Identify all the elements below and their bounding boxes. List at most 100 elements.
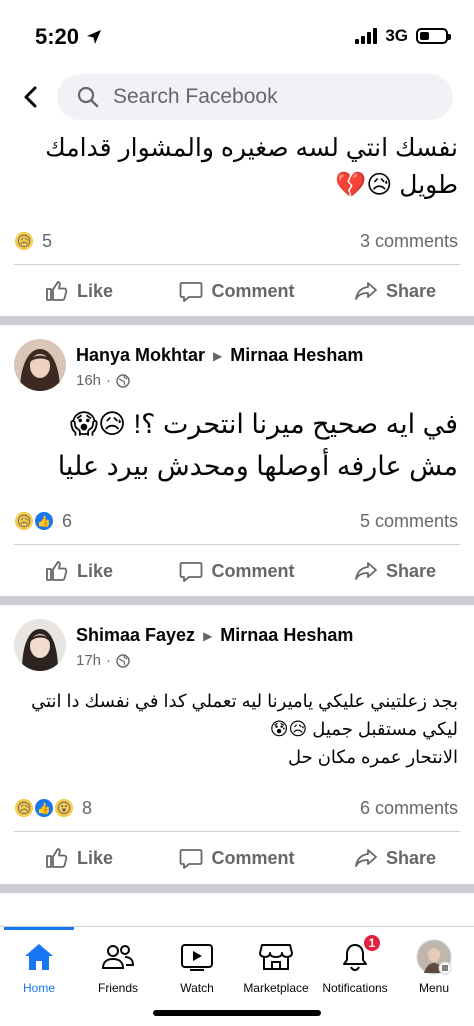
triangle-right-icon: ▶ [203, 628, 213, 643]
post-text: في ايه صحيح ميرنا انتحرت ؟! 😥😱 مش عارفه … [0, 403, 474, 487]
post-time[interactable]: 17h [76, 652, 101, 669]
comments-count[interactable]: 5 comments [360, 511, 458, 532]
back-button[interactable] [14, 80, 48, 114]
comment-icon [180, 282, 203, 302]
comment-button[interactable]: Comment [158, 559, 316, 583]
post-text-line: طويل 😥💔 [335, 171, 458, 199]
status-right: 3G [355, 26, 451, 46]
menu-avatar-icon [416, 939, 452, 975]
share-label: Share [385, 280, 437, 301]
like-label: Like [76, 560, 114, 581]
comment-button[interactable]: Comment [158, 846, 316, 870]
share-label: Share [385, 847, 437, 868]
wow-reaction-icon: 😮 [54, 798, 74, 818]
comment-button[interactable]: Comment [158, 279, 316, 303]
like-label: Like [76, 847, 114, 868]
divider [14, 264, 460, 265]
tab-label: Friends [97, 981, 138, 995]
search-header: Search Facebook [0, 72, 474, 122]
menu-icon-wrap [416, 939, 452, 975]
avatar[interactable] [14, 339, 66, 391]
post-time-row: 16h · [76, 372, 363, 389]
tab-label: Watch [180, 981, 214, 995]
dot-separator: · [106, 652, 112, 669]
like-reaction-icon: 👍 [34, 798, 54, 818]
divider [14, 544, 460, 545]
like-button[interactable]: Like [0, 279, 158, 303]
sad-reaction-icon: 😥 [14, 231, 34, 251]
reactions-summary[interactable]: 😥 👍 😮 8 [14, 798, 92, 819]
thumbs-up-icon [46, 561, 68, 581]
actions-row: Like Comment Share [0, 546, 474, 596]
reaction-count: 8 [82, 797, 93, 818]
post-text-line: نفسك انتي لسه صغيره والمشوار قدامك [45, 134, 458, 162]
comment-label: Comment [211, 847, 295, 868]
comments-count[interactable]: 3 comments [360, 231, 458, 252]
share-button[interactable]: Share [316, 846, 474, 870]
comments-count[interactable]: 6 comments [360, 798, 458, 819]
post-header: Hanya Mokhtar ▶ Mirnaa Hesham 16h · [14, 339, 363, 391]
share-button[interactable]: Share [316, 279, 474, 303]
reactions-row[interactable]: 😥 👍 😮 8 6 comments [0, 793, 474, 823]
search-input[interactable]: Search Facebook [57, 74, 453, 120]
post-card: Shimaa Fayez ▶ Mirnaa Hesham 17h · بجد ز… [0, 605, 474, 885]
comment-icon [180, 849, 203, 869]
watch-icon [181, 944, 213, 971]
bell-icon-wrap: 1 [340, 933, 382, 975]
signal-icon [355, 28, 378, 44]
avatar[interactable] [14, 619, 66, 671]
reactions-summary[interactable]: 😥 👍 6 [14, 511, 72, 532]
reactions-row[interactable]: 😥 👍 6 5 comments [0, 506, 474, 536]
status-time: 5:20 [35, 24, 103, 50]
share-button[interactable]: Share [316, 559, 474, 583]
chevron-left-icon [24, 86, 37, 108]
tab-label: Home [22, 981, 55, 995]
reactions-row[interactable]: 😥 5 3 comments [0, 226, 474, 256]
post-names: Hanya Mokhtar ▶ Mirnaa Hesham [76, 345, 363, 366]
post-time-row: 17h · [76, 652, 353, 669]
tab-menu[interactable]: Menu [387, 939, 474, 995]
home-icon-wrap [23, 939, 55, 975]
avatar-image [14, 619, 66, 671]
target-name[interactable]: Mirnaa Hesham [230, 345, 363, 366]
post-text: بجد زعلتيني عليكي ياميرنا ليه تعملي كدا … [0, 687, 474, 771]
tab-label: Notifications [322, 981, 388, 995]
triangle-right-icon: ▶ [213, 348, 223, 363]
post-time[interactable]: 16h [76, 372, 101, 389]
share-icon [355, 282, 377, 300]
tab-label: Marketplace [243, 981, 309, 995]
share-icon [355, 562, 377, 580]
friends-icon [101, 945, 135, 969]
comment-label: Comment [211, 560, 295, 581]
post-card: نفسك انتي لسه صغيره والمشوار قدامك طويل … [0, 126, 474, 316]
search-icon [77, 86, 99, 108]
comment-icon [180, 562, 203, 582]
status-bar: 5:20 3G [0, 0, 474, 70]
post-text-line: مش عارفه أوصلها ومحدش بيرد عليا [57, 451, 458, 481]
like-button[interactable]: Like [0, 846, 158, 870]
post-names: Shimaa Fayez ▶ Mirnaa Hesham [76, 625, 353, 646]
post-card: Hanya Mokhtar ▶ Mirnaa Hesham 16h · في ا… [0, 325, 474, 595]
status-time-text: 5:20 [35, 24, 80, 49]
feed-separator [0, 596, 474, 605]
post-text: نفسك انتي لسه صغيره والمشوار قدامك طويل … [0, 130, 474, 204]
globe-icon [116, 373, 130, 388]
dot-separator: · [106, 372, 112, 389]
target-name[interactable]: Mirnaa Hesham [220, 625, 353, 646]
sad-reaction-icon: 😥 [14, 798, 34, 818]
reactions-summary[interactable]: 😥 5 [14, 231, 52, 252]
actions-row: Like Comment Share [0, 833, 474, 883]
feed-separator [0, 316, 474, 325]
notification-badge: 1 [362, 933, 382, 953]
marketplace-icon-wrap [259, 939, 293, 975]
author-name[interactable]: Shimaa Fayez [76, 625, 195, 646]
globe-icon [116, 653, 130, 668]
reaction-count: 6 [62, 510, 73, 531]
author-name[interactable]: Hanya Mokhtar [76, 345, 205, 366]
reaction-count: 5 [42, 230, 53, 251]
home-indicator [153, 1010, 321, 1016]
avatar-image [14, 339, 66, 391]
share-label: Share [385, 560, 437, 581]
post-text-line: الانتحار عمره مكان حل [287, 747, 458, 767]
like-button[interactable]: Like [0, 559, 158, 583]
